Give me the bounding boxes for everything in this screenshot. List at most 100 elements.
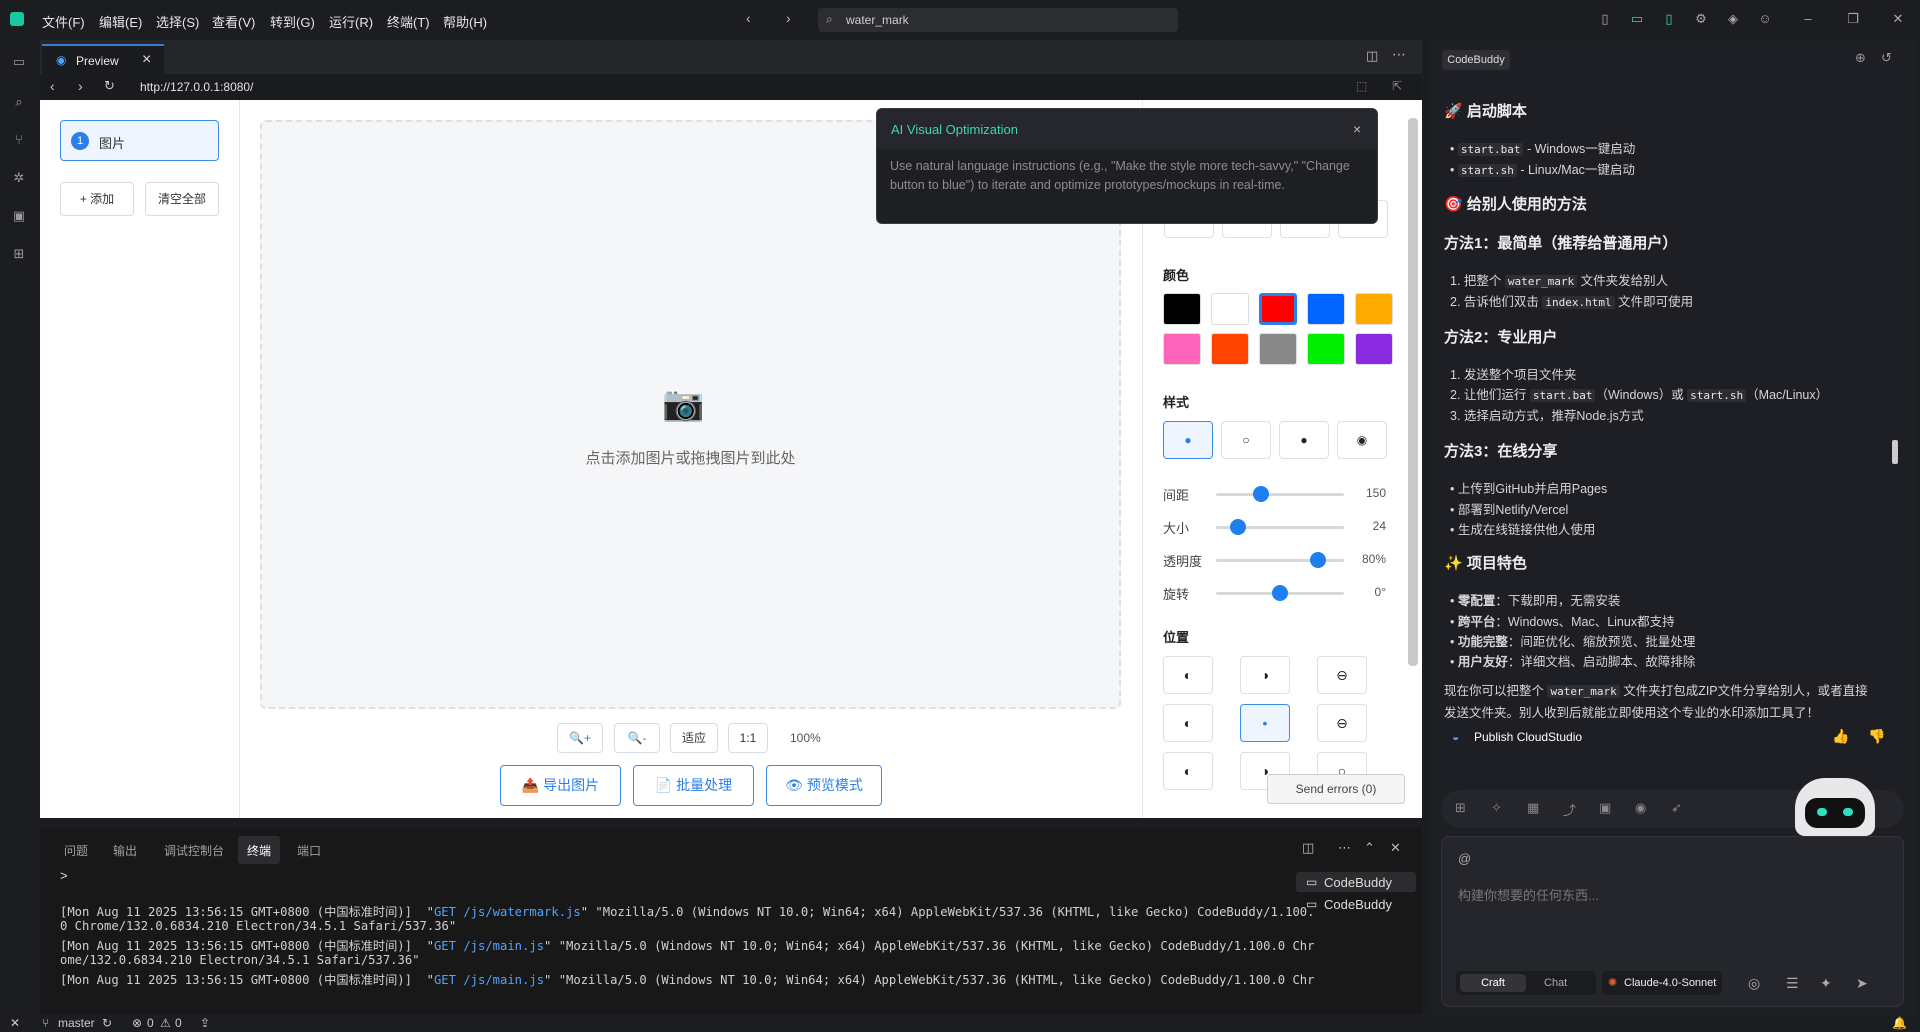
maximize-panel-icon[interactable]: ⌃ [1364,840,1375,856]
menu-terminal[interactable]: 终端(T) [387,12,430,31]
thumbs-up-icon[interactable]: 👍 [1832,728,1849,745]
publish-cloudstudio-link[interactable]: Publish CloudStudio [1474,730,1582,744]
position-option-button[interactable]: ⊖ [1317,704,1367,742]
color-swatch[interactable] [1163,293,1201,325]
branch-name[interactable]: master [58,1016,95,1030]
export-image-button[interactable]: 📤 导出图片 [500,765,621,806]
color-swatch[interactable] [1211,333,1249,365]
send-errors-button[interactable]: Send errors (0) [1267,774,1405,804]
reload-icon[interactable]: ↻ [104,78,115,94]
shield-icon[interactable]: ◈ [1725,11,1741,27]
menu-view[interactable]: 查看(V) [212,12,255,31]
position-option-button[interactable]: • [1240,704,1290,742]
slider-track[interactable] [1216,493,1344,496]
share-icon[interactable]: ⇪ [200,1016,210,1030]
error-count[interactable]: 0 [147,1016,154,1030]
toggle-sidebar-icon[interactable]: ▯ [1597,11,1613,27]
color-swatch[interactable] [1259,293,1297,325]
menu-help[interactable]: 帮助(H) [443,12,487,31]
split-editor-icon[interactable]: ◫ [1366,48,1378,64]
position-option-button[interactable]: ◑ [1240,656,1290,694]
warning-count[interactable]: 0 [175,1016,182,1030]
rocket-icon[interactable]: ➶ [1671,800,1682,816]
explorer-icon[interactable]: ▭ [11,54,27,70]
url-input[interactable]: http://127.0.0.1:8080/ [140,80,253,94]
slider-knob[interactable] [1230,519,1246,535]
color-swatch[interactable] [1307,293,1345,325]
toggle-panel-icon[interactable]: ▭ [1629,11,1645,27]
tab-problems[interactable]: 问题 [64,842,88,859]
send-icon[interactable]: ➤ [1856,975,1868,992]
back-icon[interactable]: ‹ [50,78,55,94]
source-control-icon[interactable]: ⑂ [11,132,27,148]
image-list-item[interactable]: 1 图片 [60,120,219,161]
craft-mode-button[interactable]: Craft [1460,974,1526,992]
menu-selection[interactable]: 选择(S) [156,12,199,31]
position-option-button[interactable]: ◐ [1163,704,1213,742]
search-icon[interactable]: ⌕ [11,94,27,110]
vertical-scrollbar[interactable] [1408,118,1418,666]
chat-mode-button[interactable]: Chat [1544,977,1567,989]
chat-scrollbar[interactable] [1892,440,1898,464]
forward-arrow-icon[interactable]: › [786,10,791,26]
extensions-icon[interactable]: ⊞ [11,246,27,262]
tab-preview[interactable]: ◉ Preview × [42,44,164,74]
style-option-button[interactable]: ○ [1221,421,1271,459]
history-icon[interactable]: ↺ [1881,50,1892,66]
debug-icon[interactable]: ✲ [11,170,27,186]
command-search[interactable]: ⌕ water_mark [818,8,1178,32]
slider-knob[interactable] [1253,486,1269,502]
list-icon[interactable]: ☰ [1786,975,1799,992]
tool-icon[interactable]: ▣ [1599,800,1611,816]
color-swatch[interactable] [1259,333,1297,365]
settings-gear-icon[interactable]: ⚙ [1693,11,1709,27]
slider-knob[interactable] [1310,552,1326,568]
position-option-button[interactable]: ◐ [1163,656,1213,694]
menu-edit[interactable]: 编辑(E) [99,12,142,31]
forward-icon[interactable]: › [78,78,83,94]
mention-at[interactable]: @ [1458,851,1471,866]
zoom-in-button[interactable]: 🔍+ [557,723,603,753]
tab-ports[interactable]: 端口 [297,842,321,859]
tab-output[interactable]: 输出 [113,842,137,859]
close-window-icon[interactable]: ✕ [1890,11,1906,27]
batch-process-button[interactable]: 📄 批量处理 [633,765,754,806]
restore-icon[interactable]: ❐ [1845,11,1861,27]
color-swatch[interactable] [1355,333,1393,365]
back-arrow-icon[interactable]: ‹ [746,10,751,26]
tool-icon[interactable]: ⤴ [1563,800,1576,819]
actual-size-button[interactable]: 1:1 [728,723,768,753]
fit-button[interactable]: 适应 [670,723,718,753]
zoom-out-button[interactable]: 🔍- [614,723,660,753]
popup-close-icon[interactable]: × [1353,121,1361,137]
chat-input-box[interactable]: @ 构建你想要的任何东西... Craft Chat ✺ Claude-4.0-… [1441,836,1904,1007]
more-icon[interactable]: ⋯ [1338,840,1351,856]
account-icon[interactable]: ☺ [1757,11,1773,27]
toggle-secondary-sidebar-icon[interactable]: ▯ [1661,11,1677,27]
chat-tab[interactable]: CodeBuddy [1442,50,1510,70]
style-option-button[interactable]: ● [1163,421,1213,459]
color-swatch[interactable] [1355,293,1393,325]
terminal-list-item[interactable]: CodeBuddy [1324,897,1392,912]
preview-mode-button[interactable]: 👁 预览模式 [766,765,882,806]
sparkle-icon[interactable]: ✦ [1820,975,1832,992]
style-option-button[interactable]: ◉ [1337,421,1387,459]
menu-run[interactable]: 运行(R) [329,12,373,31]
sync-icon[interactable]: ↻ [102,1016,112,1030]
add-button[interactable]: + 添加 [60,182,134,216]
new-chat-icon[interactable]: ⊕ [1855,50,1866,66]
search-input[interactable]: water_mark [846,13,909,27]
close-panel-icon[interactable]: ✕ [1390,840,1401,856]
position-option-button[interactable]: ⊖ [1317,656,1367,694]
minimize-icon[interactable]: – [1800,11,1816,27]
tool-icon[interactable]: ⊞ [1455,800,1466,816]
color-swatch[interactable] [1307,333,1345,365]
remote-status-icon[interactable]: ✕ [10,1016,20,1030]
split-terminal-icon[interactable]: ◫ [1302,840,1314,856]
style-option-button[interactable]: ● [1279,421,1329,459]
open-external-icon[interactable]: ⇱ [1392,79,1402,93]
remote-icon[interactable]: ▣ [11,208,27,224]
thumbs-down-icon[interactable]: 👎 [1868,728,1885,745]
inspect-icon[interactable]: ⬚ [1356,79,1367,93]
menu-goto[interactable]: 转到(G) [270,12,315,31]
